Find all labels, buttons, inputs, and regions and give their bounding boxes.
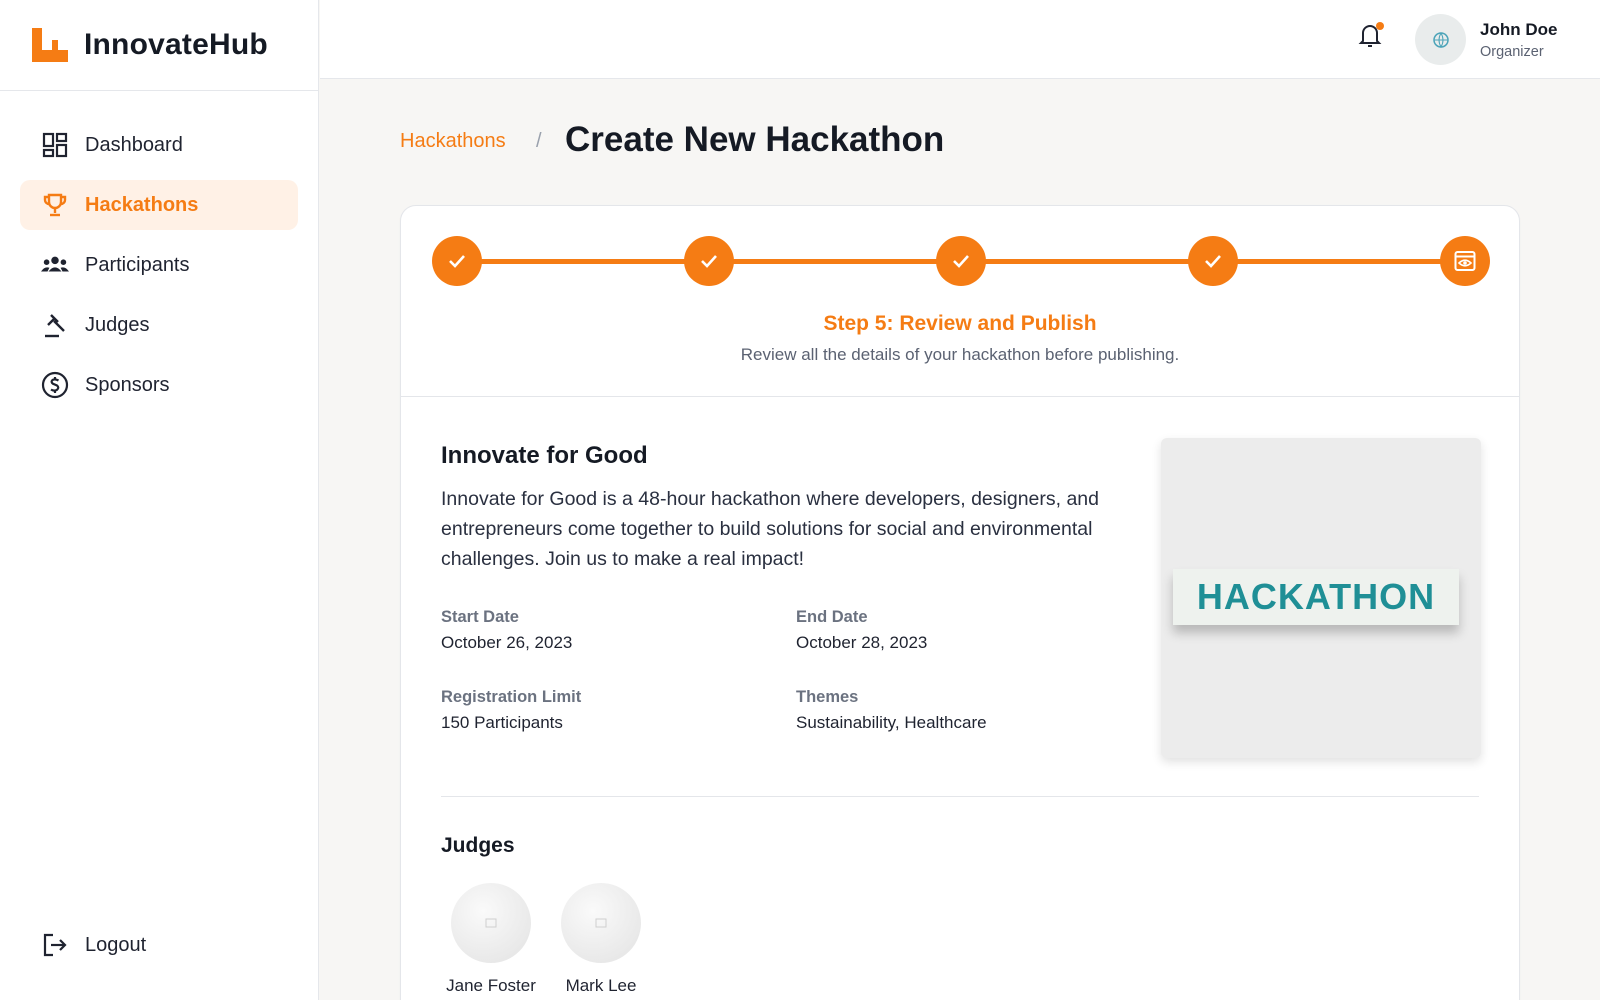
- stepper: [432, 236, 1490, 286]
- user-role: Organizer: [1480, 44, 1544, 60]
- card-divider: [401, 396, 1519, 397]
- step-subtitle: Review all the details of your hackathon…: [740, 345, 1180, 364]
- themes-label: Themes: [796, 688, 859, 706]
- hackathon-description: Innovate for Good is a 48-hour hackathon…: [441, 488, 1100, 570]
- dashboard-icon: [41, 131, 69, 159]
- themes-value: Sustainability, Healthcare: [796, 713, 987, 732]
- check-icon: [449, 255, 465, 268]
- sidebar-item-sponsors[interactable]: Sponsors: [20, 360, 298, 410]
- section-divider: [441, 796, 1479, 797]
- user-avatar[interactable]: [1415, 14, 1466, 65]
- cover-banner-text: HACKATHON: [1196, 576, 1436, 617]
- start-date-value: October 26, 2023: [441, 633, 573, 652]
- start-date-label: Start Date: [441, 608, 519, 626]
- image-placeholder-icon: [485, 918, 497, 928]
- breadcrumb-separator: /: [536, 130, 542, 152]
- judge-name: Jane Foster: [446, 976, 536, 995]
- registration-limit-label: Registration Limit: [441, 688, 582, 706]
- sidebar-item-label: Hackathons: [85, 193, 199, 216]
- image-placeholder-icon: [595, 918, 607, 928]
- breadcrumb-hackathons-link[interactable]: Hackathons: [400, 130, 506, 153]
- sidebar-item-hackathons[interactable]: Hackathons: [20, 180, 298, 230]
- trophy-icon: [41, 191, 69, 219]
- logout-icon: [41, 931, 69, 959]
- logout-button[interactable]: Logout: [20, 920, 298, 970]
- step-2-complete[interactable]: [684, 236, 734, 286]
- judge-name: Mark Lee: [565, 976, 637, 995]
- sidebar-item-judges[interactable]: Judges: [20, 300, 298, 350]
- judge-card[interactable]: Mark Lee: [546, 883, 656, 996]
- gavel-icon: [41, 311, 69, 339]
- end-date-label: End Date: [796, 608, 868, 626]
- sidebar-item-label: Participants: [85, 253, 190, 276]
- check-icon: [701, 255, 717, 268]
- step-title: Step 5: Review and Publish: [823, 312, 1097, 335]
- cover-image: HACKATHON: [1161, 438, 1481, 758]
- avatar-globe-icon: [1432, 31, 1449, 48]
- sidebar-item-participants[interactable]: Participants: [20, 240, 298, 290]
- registration-limit-value: 150 Participants: [441, 713, 563, 732]
- logout-label: Logout: [85, 933, 147, 956]
- end-date-value: October 28, 2023: [796, 633, 928, 652]
- sidebar-item-label: Dashboard: [85, 133, 183, 156]
- step-1-complete[interactable]: [432, 236, 482, 286]
- judge-avatar: [451, 883, 531, 963]
- step-4-complete[interactable]: [1188, 236, 1238, 286]
- sidebar-item-dashboard[interactable]: Dashboard: [20, 120, 298, 170]
- dollar-icon: [41, 371, 69, 399]
- sidebar: InnovateHub Dashboard Hackathons Partici…: [0, 0, 319, 1000]
- check-icon: [1205, 255, 1221, 268]
- notification-dot: [1376, 22, 1384, 30]
- judges-section-title: Judges: [441, 834, 515, 857]
- preview-icon: [1454, 251, 1476, 271]
- judge-avatar: [561, 883, 641, 963]
- sidebar-nav: Dashboard Hackathons Participants Judges…: [0, 0, 318, 420]
- review-card: Step 5: Review and Publish Review all th…: [400, 205, 1520, 1000]
- user-name: John Doe: [1480, 20, 1558, 39]
- check-icon: [953, 255, 969, 268]
- cover-banner: HACKATHON: [1173, 569, 1459, 625]
- people-icon: [41, 251, 69, 279]
- judge-card[interactable]: Jane Foster: [436, 883, 546, 996]
- step-3-complete[interactable]: [936, 236, 986, 286]
- sidebar-item-label: Sponsors: [85, 373, 170, 396]
- hackathon-name: Innovate for Good: [441, 442, 648, 469]
- topbar: John Doe Organizer: [320, 0, 1600, 79]
- page-title: Create New Hackathon: [565, 120, 945, 159]
- sidebar-item-label: Judges: [85, 313, 150, 336]
- step-5-current[interactable]: [1440, 236, 1490, 286]
